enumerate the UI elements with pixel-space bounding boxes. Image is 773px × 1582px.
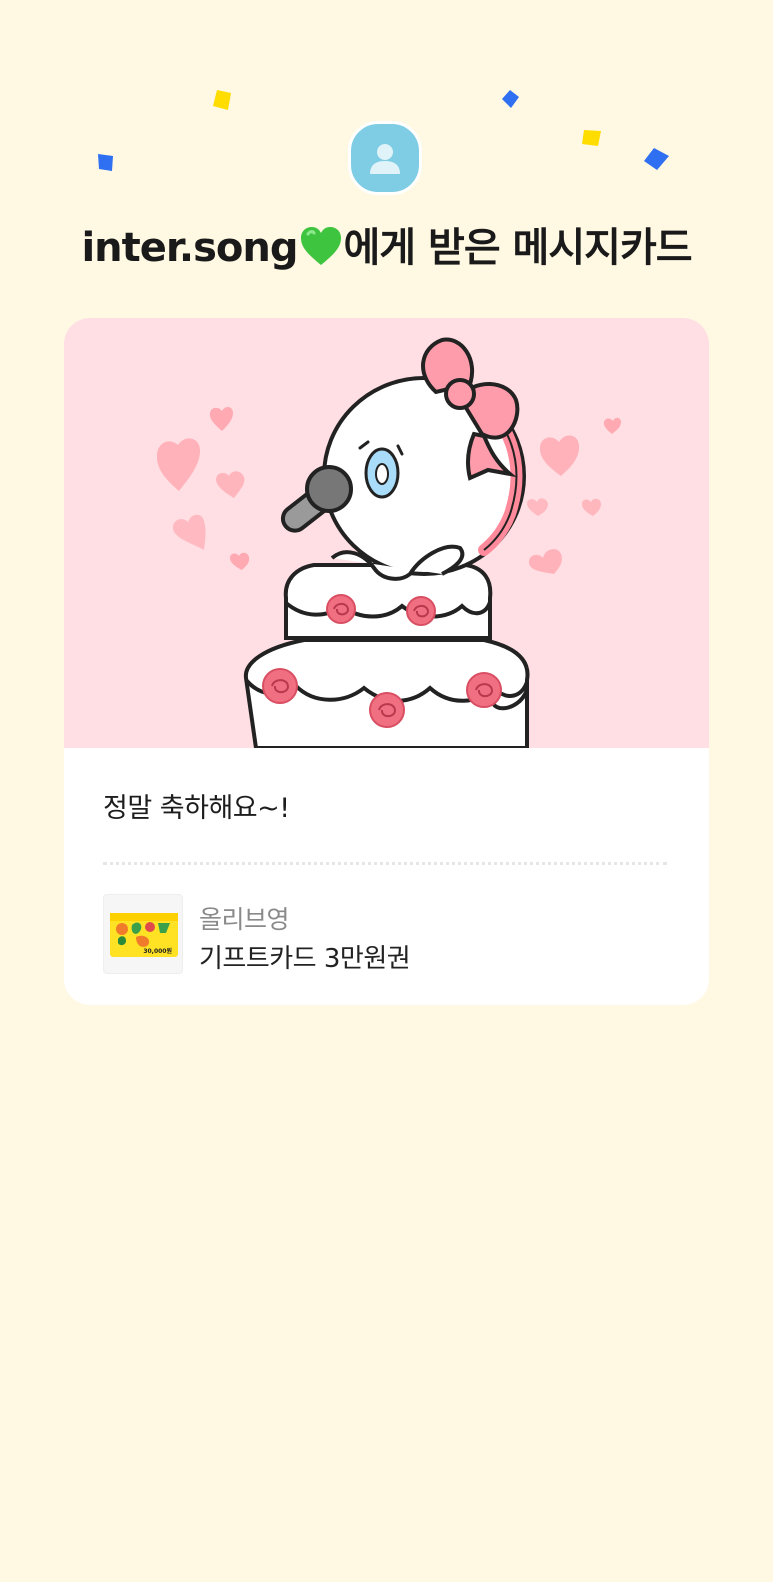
- sender-name: inter.song: [81, 225, 298, 271]
- confetti-yellow-right: [582, 130, 601, 146]
- title-suffix: 에게 받은 메시지카드: [343, 225, 693, 271]
- message-card[interactable]: 정말 축하해요~! 30,000원 올리브영 기프트카드 3만원권: [64, 318, 709, 1005]
- divider: [103, 862, 667, 865]
- character-singing-on-cake-illustration: [64, 318, 709, 748]
- gift-thumbnail: 30,000원: [103, 894, 183, 974]
- confetti-yellow-left: [213, 90, 231, 110]
- message-card-page: inter.song 에게 받은 메시지카드 정말 축하해요~! 30,000원…: [0, 0, 773, 1582]
- card-message: 정말 축하해요~!: [103, 793, 290, 824]
- green-heart-icon: [299, 225, 343, 282]
- confetti-blue-right: [644, 148, 669, 170]
- sender-avatar: [348, 121, 422, 195]
- gift-thumbnail-amount: 30,000원: [143, 947, 172, 955]
- gift-name: 기프트카드 3만원권: [199, 944, 411, 974]
- person-icon: [370, 144, 400, 174]
- confetti-blue-left: [98, 154, 113, 171]
- gift-item[interactable]: 30,000원 올리브영 기프트카드 3만원권: [103, 894, 667, 974]
- gift-brand: 올리브영: [199, 905, 290, 934]
- page-title: inter.song 에게 받은 메시지카드: [0, 220, 773, 282]
- confetti-blue-center: [502, 90, 519, 108]
